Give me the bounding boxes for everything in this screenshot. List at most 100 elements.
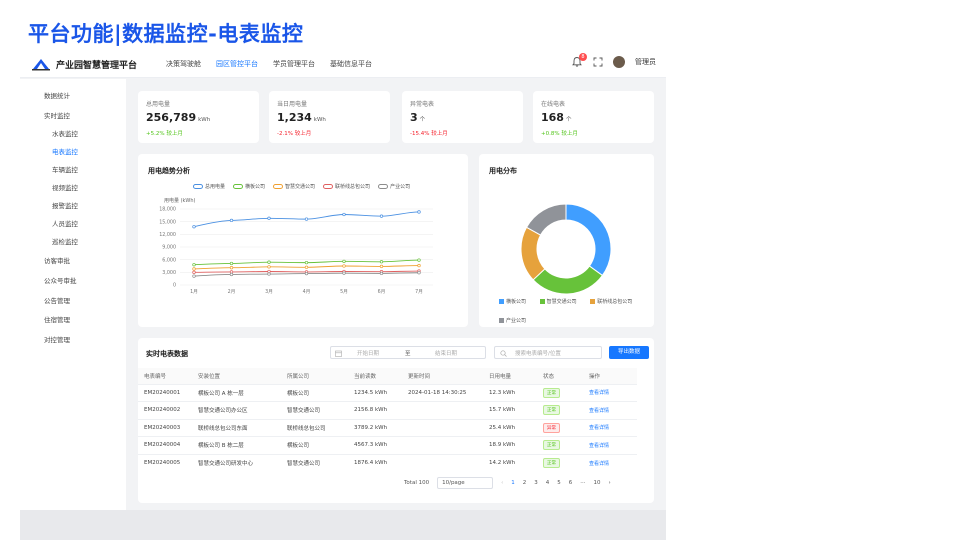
end-date[interactable]: 结束日期 — [435, 349, 457, 357]
stat-card-total: 总用电量 256,789 kWh +5.2% 较上月 — [138, 91, 259, 143]
cell: 2156.8 kWh — [348, 401, 402, 419]
stat-value: 256,789 kWh — [146, 111, 211, 124]
sidebar-item-patrol[interactable]: 巡检监控 — [52, 236, 78, 246]
trend-chart-card: 用电趋势分析 总用电量 横板公司 智慧交通公司 联桥线总包公司 产业公司 用电量… — [138, 154, 468, 327]
sidebar-item-video[interactable]: 视频监控 — [52, 182, 78, 192]
col-header: 日用电量 — [483, 368, 537, 384]
sidebar-item-vehicle[interactable]: 车辆监控 — [52, 164, 78, 174]
stat-value: 3个 — [410, 111, 426, 124]
page-number[interactable]: 3 — [534, 480, 538, 486]
cell: 18.9 kWh — [483, 436, 537, 454]
view-detail-link[interactable]: 查看详情 — [589, 443, 609, 449]
status-cell: 正常 — [537, 453, 583, 472]
stat-label: 在线电表 — [541, 101, 566, 108]
cell: 横板公司 A 栋一层 — [192, 383, 281, 402]
sidebar-item-personnel[interactable]: 人员监控 — [52, 218, 78, 228]
data-point — [304, 271, 309, 276]
page-ellipsis[interactable]: ··· — [580, 480, 585, 486]
notification-badge: 8 — [579, 53, 587, 61]
page-size-select[interactable]: 10/page — [437, 477, 494, 489]
data-point — [192, 270, 196, 274]
legend-item[interactable]: 智慧交通公司 — [539, 298, 583, 311]
start-date[interactable]: 开始日期 — [357, 349, 379, 357]
stat-card-online: 在线电表 168 个 +0.8% 较上月 — [533, 91, 654, 143]
cell — [402, 418, 483, 437]
action-cell: 查看详情 — [583, 418, 637, 437]
main-content: 总用电量 256,789 kWh +5.2% 较上月 当日用电量 1,234 kWh… — [126, 79, 666, 540]
sidebar-item-visitor[interactable]: 访客审批 — [44, 255, 70, 265]
sidebar-item-water[interactable]: 水表监控 — [52, 128, 78, 138]
x-tick-label: 4月 — [303, 289, 311, 295]
status-cell: 正常 — [537, 401, 583, 419]
y-tick-label: 9,000 — [162, 245, 176, 251]
search-input[interactable]: 搜索电表编号/位置 — [494, 346, 602, 359]
y-tick-label: 18,000 — [159, 207, 176, 213]
sidebar-item-housing[interactable]: 住宿管理 — [44, 314, 70, 324]
bell-icon[interactable]: 8 — [571, 53, 587, 68]
export-button[interactable]: 导出数据 — [609, 346, 649, 359]
sidebar-item-control[interactable]: 对控管理 — [44, 334, 70, 344]
table-title: 实时电表数据 — [146, 350, 188, 358]
stat-trend: +0.8% 较上月 — [541, 131, 578, 137]
sidebar-item-notice[interactable]: 公告管理 — [44, 295, 70, 305]
cell: EM20240002 — [138, 401, 192, 419]
legend-item[interactable]: 联桥线总包公司 — [590, 298, 638, 311]
date-range-picker[interactable]: 开始日期 至 结束日期 — [330, 346, 486, 359]
page-number[interactable]: 4 — [546, 480, 550, 486]
cell: 智慧交通公司 — [281, 401, 348, 419]
fullscreen-icon[interactable] — [593, 57, 603, 67]
next-page-icon[interactable]: › — [609, 480, 611, 486]
user-name[interactable]: 管理员 — [635, 57, 656, 67]
data-point — [267, 265, 271, 269]
page-number[interactable]: 5 — [557, 480, 561, 486]
page-number[interactable]: 10 — [594, 480, 601, 486]
y-axis-label: 用电量 (kWh) — [164, 197, 196, 204]
x-tick-label: 5月 — [340, 289, 348, 295]
view-detail-link[interactable]: 查看详情 — [589, 408, 609, 414]
view-detail-link[interactable]: 查看详情 — [589, 390, 609, 396]
page-number[interactable]: 2 — [523, 480, 527, 486]
avatar[interactable] — [613, 56, 625, 68]
nav-decision[interactable]: 决策驾驶舱 — [166, 59, 201, 69]
view-detail-link[interactable]: 查看详情 — [589, 461, 609, 467]
data-point — [267, 272, 271, 276]
sidebar-item-official[interactable]: 公众号审批 — [44, 275, 77, 285]
nav-park-control[interactable]: 园区管控平台 — [216, 59, 258, 69]
pie-slice — [525, 203, 567, 236]
sidebar-item-realtime[interactable]: 实时监控 — [44, 110, 70, 120]
range-separator: 至 — [405, 351, 411, 357]
stat-label: 总用电量 — [146, 101, 171, 108]
cell: EM20240001 — [138, 383, 192, 402]
data-point — [417, 210, 421, 214]
prev-page-icon[interactable]: ‹ — [501, 480, 503, 486]
stat-trend: +5.2% 较上月 — [146, 131, 183, 137]
cell: 智慧交通公司研发中心 — [192, 453, 281, 472]
x-tick-label: 7月 — [415, 289, 423, 295]
data-point — [379, 271, 384, 276]
y-tick-label: 6,000 — [162, 257, 176, 263]
view-detail-link[interactable]: 查看详情 — [589, 425, 609, 431]
nav-student[interactable]: 学员管理平台 — [273, 59, 315, 69]
x-tick-label: 2月 — [228, 289, 236, 295]
data-point — [417, 263, 421, 268]
cell: 3789.2 kWh — [348, 418, 402, 437]
sidebar-item-stats[interactable]: 数据统计 — [44, 90, 70, 100]
table-header: 电表编号 安装位置 所属公司 当前读数 更新时间 日用电量 状态 操作 — [138, 368, 637, 384]
page-number[interactable]: 6 — [569, 480, 573, 486]
data-point — [342, 271, 346, 275]
sidebar-item-electric[interactable]: 电表监控 — [52, 146, 78, 156]
top-bar: 产业园智慧管理平台 决策驾驶舱 园区管控平台 学员管理平台 基础信息平台 8 管… — [20, 50, 666, 78]
cell: 15.7 kWh — [483, 401, 537, 419]
data-point — [379, 264, 384, 269]
stat-label: 当日用电量 — [277, 101, 308, 108]
data-point — [192, 263, 196, 267]
legend-item[interactable]: 产业公司 — [499, 317, 532, 330]
nav-basic-info[interactable]: 基础信息平台 — [330, 59, 372, 69]
data-point — [417, 271, 421, 275]
cell: 2024-01-18 14:30:25 — [402, 383, 483, 402]
sidebar-item-alarm[interactable]: 报警监控 — [52, 200, 78, 210]
legend-item[interactable]: 横板公司 — [499, 298, 532, 311]
cell: 联桥线总包公司东面 — [192, 418, 281, 437]
cell: 智慧交通公司 — [281, 453, 348, 472]
page-number[interactable]: 1 — [511, 480, 515, 486]
